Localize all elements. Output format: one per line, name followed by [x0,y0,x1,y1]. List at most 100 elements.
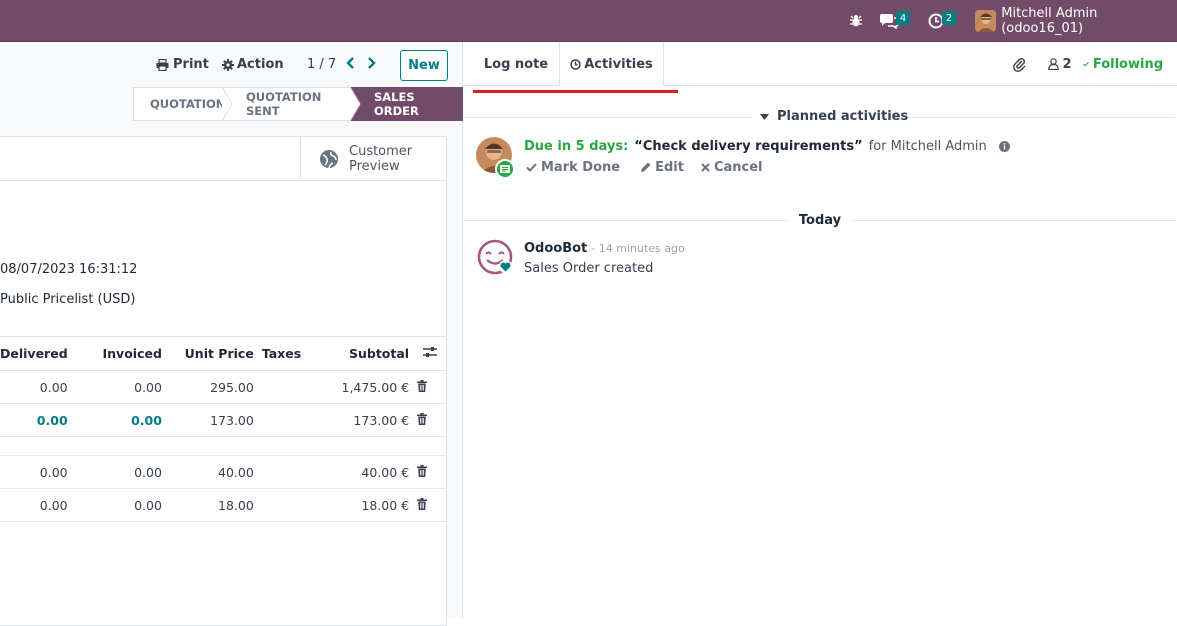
chatter-topbar: Log note Activities 2 Following [464,42,1177,86]
chatter-panel: Log note Activities 2 Following Planned … [464,42,1177,618]
chevron-left-icon [346,57,354,69]
action-button[interactable]: Action [222,57,284,72]
stage-sales-order[interactable]: SALES ORDER [351,87,463,121]
clock-icon [570,58,581,70]
table-row[interactable]: 0.00 0.00 40.00 40.00 € [0,455,446,489]
cell-invoiced[interactable]: 0.00 [71,403,166,437]
cancel-label: Cancel [713,160,763,175]
cell-taxes [257,403,306,437]
activity-item: Due in 5 days: “Check delivery requireme… [524,139,1010,154]
activity-summary: “Check delivery requirements” [634,139,863,154]
cell-taxes [257,370,306,404]
divider-line [850,220,1176,221]
cell-taxes [257,455,306,489]
date-separator-today: Today [798,213,842,228]
col-subtotal[interactable]: Subtotal [305,336,414,371]
user-avatar [975,10,997,32]
trash-icon [417,464,428,477]
form-view: Print Action 1 / 7 New QUOTATION QUOTATI… [0,42,463,626]
activity-actions: Mark Done Edit Cancel [526,160,763,175]
table-row-spacer [0,436,446,456]
cell-subtotal: 18.00 € [305,488,414,522]
cell-unit-price: 18.00 [165,488,258,522]
cell-delivered[interactable]: 0.00 [0,403,72,437]
pricelist-value[interactable]: Public Pricelist (USD) [0,292,135,307]
activity-assignee: for Mitchell Admin [868,139,987,154]
stage-quotation-sent[interactable]: QUOTATION SENT [223,87,351,121]
planned-activities-label: Planned activities [777,109,909,124]
tab-log-note[interactable]: Log note [472,42,560,86]
delete-row-button[interactable] [413,488,446,522]
user-icon [1048,58,1060,70]
heart-icon [500,262,511,271]
new-button[interactable]: New [400,50,448,81]
following-label: Following [1092,56,1163,72]
message-author[interactable]: OdooBot [524,241,587,256]
button-box-divider [0,180,300,181]
mark-done-label: Mark Done [541,160,621,175]
user-name-label: Mitchell Admin (odoo16_01) [1001,6,1098,36]
edit-activity-button[interactable]: Edit [640,160,684,175]
trash-icon [417,379,428,392]
action-label: Action [237,57,284,72]
col-invoiced[interactable]: Invoiced [71,336,166,371]
message-header: OdooBot - 14 minutes ago [524,241,685,256]
stage-quotation[interactable]: QUOTATION [133,87,225,121]
close-icon [701,163,710,172]
attachments-button[interactable] [1009,42,1029,86]
table-row[interactable]: 0.00 0.00 173.00 173.00 € [0,403,446,437]
followers-button[interactable]: 2 [1047,42,1073,86]
chevron-right-icon [368,57,376,69]
activity-due-label: Due in 5 days: [524,139,629,154]
cell-unit-price: 40.00 [165,455,258,489]
cancel-activity-button[interactable]: Cancel [701,160,763,175]
delete-row-button[interactable] [413,370,446,404]
tab-activities[interactable]: Activities [559,42,664,86]
print-icon [156,58,169,71]
planned-activities-toggle[interactable]: Planned activities [760,109,908,124]
pager-next-button[interactable] [367,56,377,70]
check-icon [1083,61,1089,67]
customer-preview-button[interactable]: Customer Preview [300,137,446,181]
following-button[interactable]: Following [1083,42,1163,86]
debug-bug-icon[interactable] [849,0,863,42]
col-delivered[interactable]: Delivered [0,336,72,371]
tab-activities-label: Activities [584,56,653,72]
stage-arrow-divider [222,87,233,121]
stage-arrow-divider [350,87,361,121]
table-row[interactable]: 0.00 0.00 295.00 1,475.00 € [0,370,446,404]
pager-previous-button[interactable] [345,56,355,70]
divider-line [890,117,1175,118]
info-icon[interactable] [998,141,1010,152]
trash-icon [417,412,428,425]
cell-unit-price: 295.00 [165,370,258,404]
customer-preview-label-line2: Preview [349,158,400,174]
top-navbar: 4 2 Mitchell Admin (odoo16_01) [0,0,1177,42]
order-date-value[interactable]: 08/07/2023 16:31:12 [0,262,137,277]
user-menu[interactable]: Mitchell Admin (odoo16_01) [975,0,1177,42]
caret-down-icon [760,113,769,120]
cell-invoiced: 0.00 [71,370,166,404]
optional-columns-toggle[interactable] [413,336,446,371]
cell-taxes [257,488,306,522]
print-label: Print [173,57,209,72]
cell-subtotal: 1,475.00 € [305,370,414,404]
status-bar: QUOTATION QUOTATION SENT SALES ORDER [133,87,463,121]
delete-row-button[interactable] [413,403,446,437]
trash-icon [417,497,428,510]
delete-row-button[interactable] [413,455,446,489]
table-row[interactable]: 0.00 0.00 18.00 18.00 € [0,488,446,522]
activity-type-badge [495,159,515,179]
cell-delivered: 0.00 [0,370,72,404]
message-body: Sales Order created [524,261,654,276]
followers-count: 2 [1062,56,1072,72]
highlight-underline [473,90,678,93]
cell-delivered: 0.00 [0,488,72,522]
globe-icon [320,149,338,168]
col-unit-price[interactable]: Unit Price [165,336,258,371]
col-taxes[interactable]: Taxes [257,336,306,371]
pager-value[interactable]: 1 / 7 [307,57,336,72]
mark-done-button[interactable]: Mark Done [526,160,620,175]
gear-icon [222,58,234,71]
print-button[interactable]: Print [156,57,209,72]
